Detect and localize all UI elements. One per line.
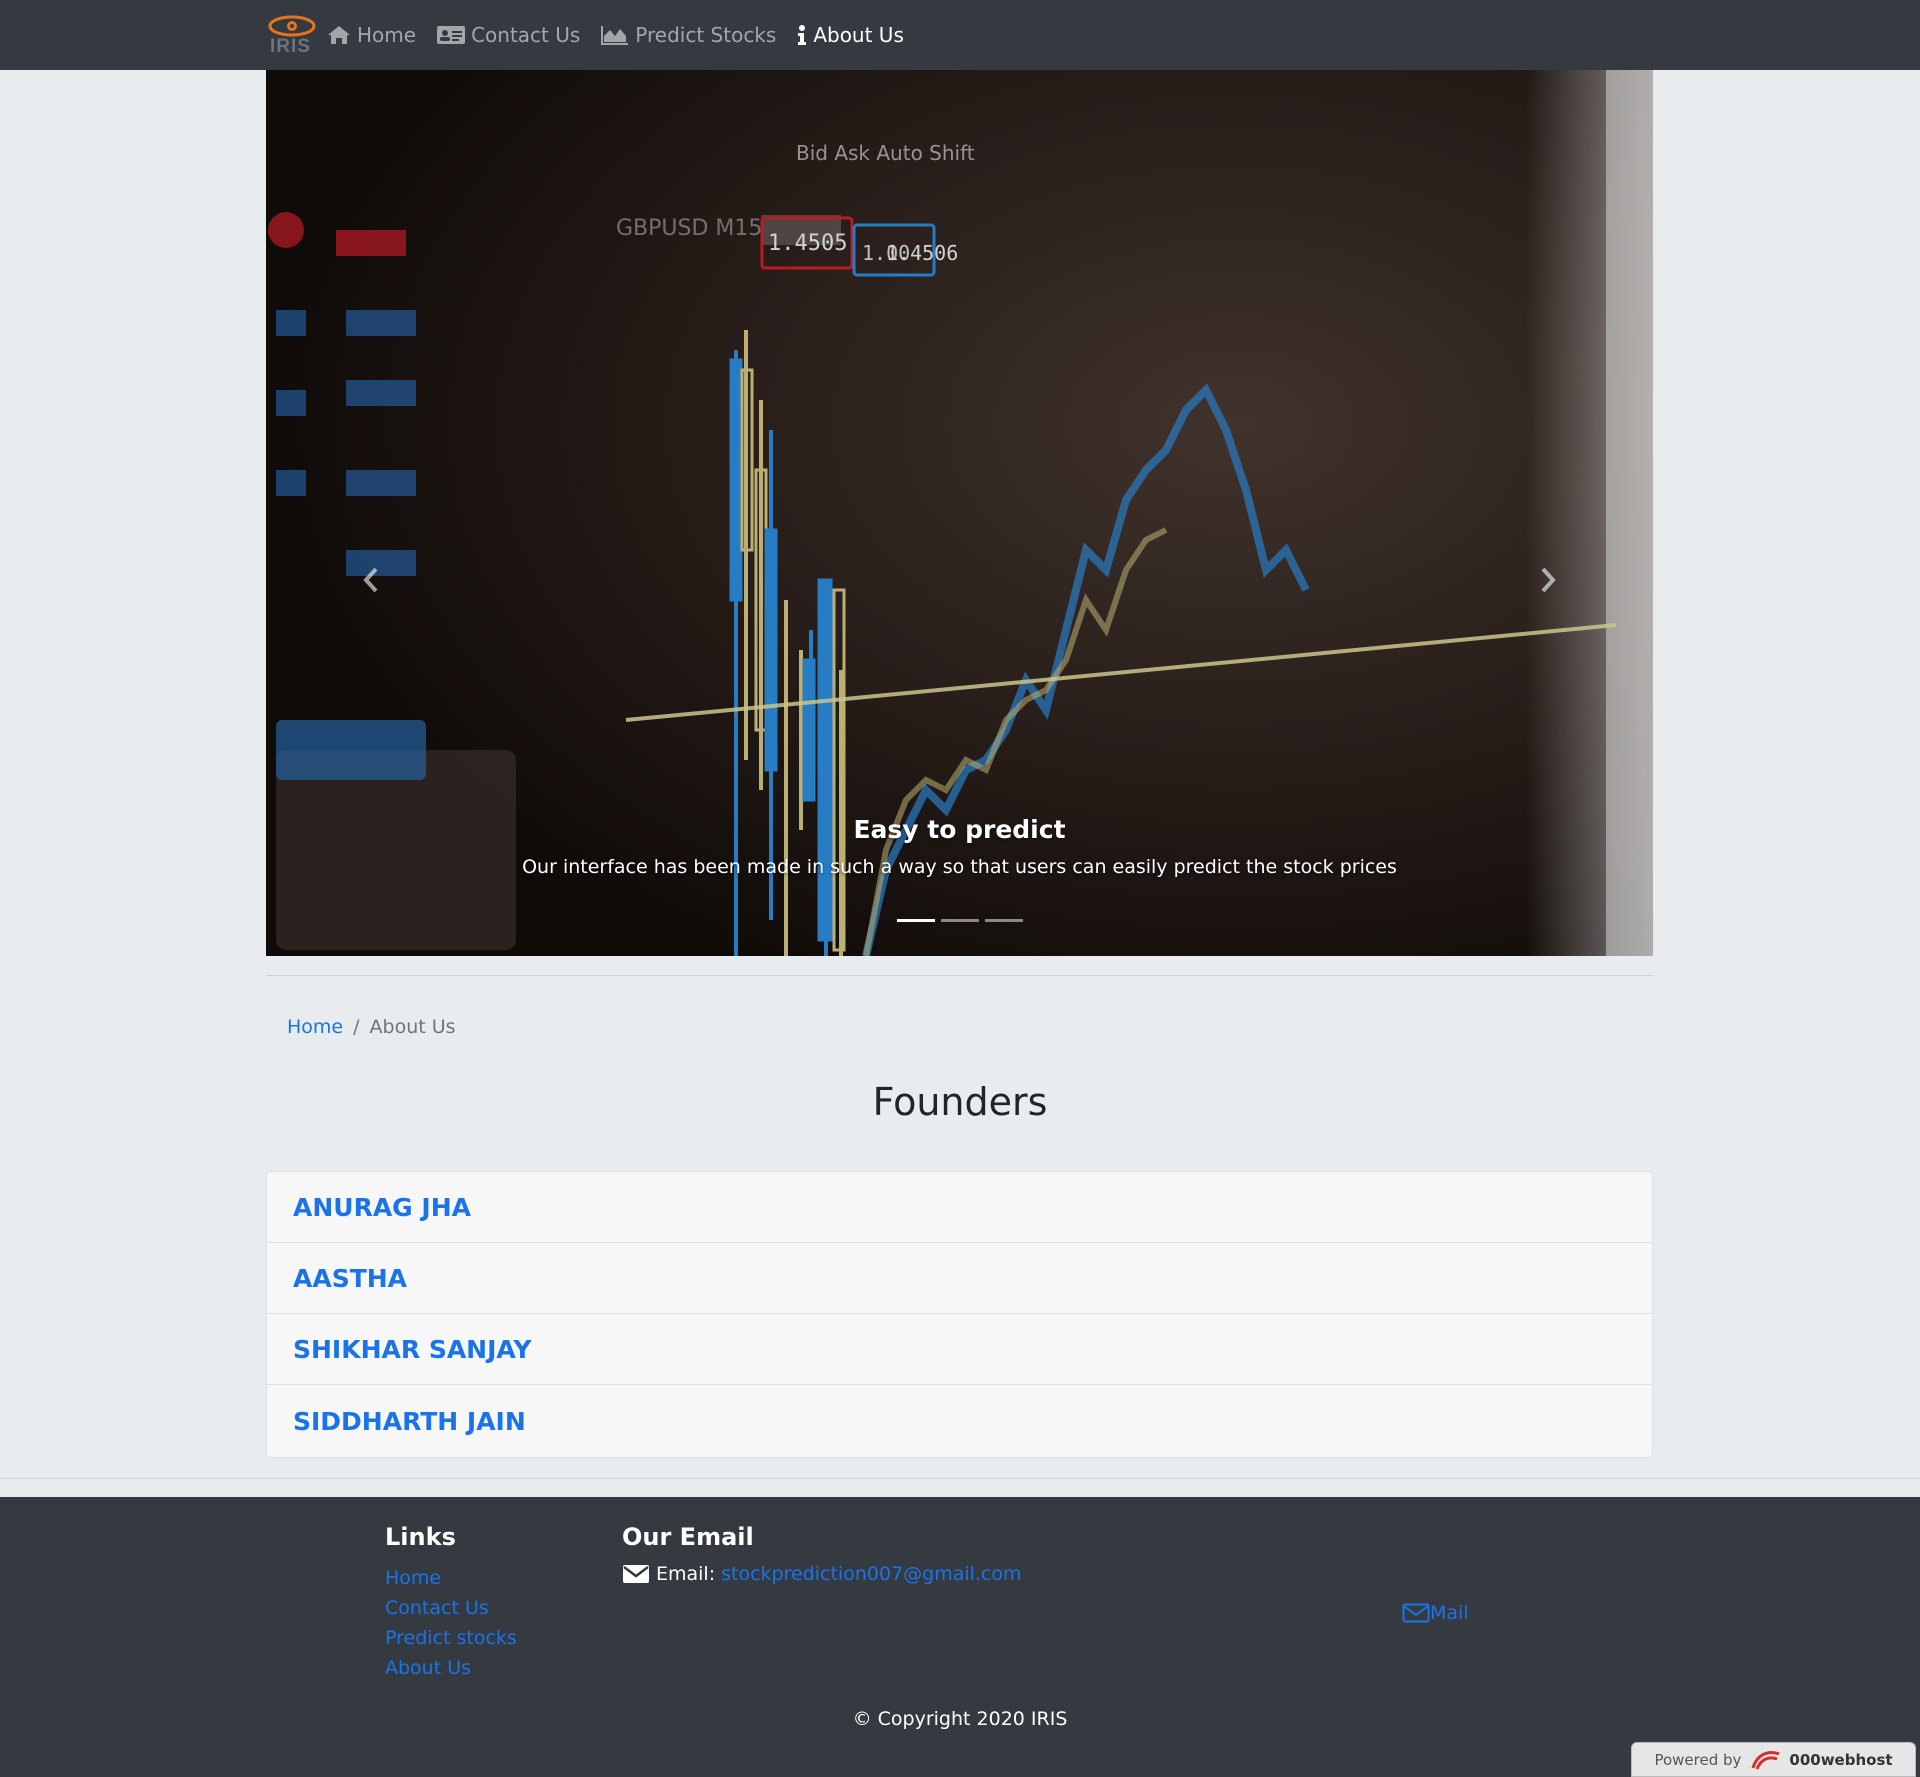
- powered-brand: 000webhost: [1789, 1750, 1893, 1769]
- divider: [266, 975, 1653, 976]
- nav-predict-stocks[interactable]: Predict Stocks: [600, 23, 776, 47]
- nav-home-label: Home: [357, 23, 417, 47]
- footer-email-heading: Our Email: [622, 1523, 754, 1551]
- nav-contact-label: Contact Us: [471, 23, 581, 47]
- footer-links-heading: Links: [385, 1523, 456, 1551]
- founder-item[interactable]: AASTHA: [267, 1243, 1652, 1314]
- founder-item[interactable]: SHIKHAR SANJAY: [267, 1314, 1652, 1385]
- footer: Links Home Contact Us Predict stocks Abo…: [0, 1497, 1920, 1777]
- footer-link-predict[interactable]: Predict stocks: [385, 1623, 517, 1653]
- carousel-next-button[interactable]: [1533, 560, 1563, 600]
- email-label: Email:: [656, 1563, 716, 1585]
- chevron-right-icon: [1541, 567, 1556, 593]
- mail-link-label: Mail: [1430, 1602, 1469, 1624]
- carousel-indicators: [266, 919, 1653, 922]
- nav-contact-us[interactable]: Contact Us: [436, 23, 580, 47]
- carousel-indicator-2[interactable]: [940, 919, 979, 922]
- footer-link-home[interactable]: Home: [385, 1563, 517, 1593]
- breadcrumb-divider: /: [353, 1016, 360, 1038]
- brand-text: IRIS: [270, 36, 311, 57]
- breadcrumb-current: About Us: [369, 1016, 456, 1038]
- caption-text: Our interface has been made in such a wa…: [522, 856, 1397, 878]
- powered-prefix: Powered by: [1654, 1750, 1742, 1769]
- caption-title: Easy to predict: [853, 815, 1066, 844]
- footer-link-about[interactable]: About Us: [385, 1653, 517, 1683]
- founder-item[interactable]: SIDDHARTH JAIN: [267, 1385, 1652, 1457]
- carousel-indicator-1[interactable]: [896, 919, 935, 922]
- copyright: © Copyright 2020 IRIS: [852, 1708, 1068, 1730]
- founders-accordion: ANURAG JHA AASTHA SHIKHAR SANJAY SIDDHAR…: [266, 1171, 1653, 1458]
- powered-by-badge[interactable]: Powered by 000webhost: [1631, 1742, 1916, 1777]
- mail-link[interactable]: Mail: [1402, 1602, 1469, 1624]
- nav-home[interactable]: Home: [326, 23, 416, 47]
- nav-predict-label: Predict Stocks: [635, 23, 777, 47]
- breadcrumb-home[interactable]: Home: [287, 1016, 343, 1038]
- email-address-link[interactable]: stockprediction007@gmail.com: [721, 1563, 1021, 1585]
- iris-logo[interactable]: IRIS: [266, 14, 318, 57]
- carousel-indicator-3[interactable]: [984, 919, 1023, 922]
- carousel-prev-button[interactable]: [356, 560, 386, 600]
- nav-about-label: About Us: [813, 23, 904, 47]
- home-icon: [328, 26, 350, 44]
- footer-email-column: Our Email Email: stockprediction007@gmai…: [622, 1523, 1022, 1585]
- email-line: Email: stockprediction007@gmail.com: [622, 1563, 1022, 1585]
- area-chart-icon: [601, 26, 629, 45]
- footer-link-contact[interactable]: Contact Us: [385, 1593, 517, 1623]
- nav-about-us[interactable]: About Us: [796, 23, 904, 47]
- footer-divider: [0, 1478, 1920, 1479]
- nav-inner: IRIS Home Contact Us Predict Stocks Abou…: [266, 0, 924, 70]
- envelope-icon: [623, 1565, 649, 1583]
- navbar: IRIS Home Contact Us Predict Stocks Abou…: [0, 0, 1920, 70]
- chevron-left-icon: [363, 567, 378, 593]
- founder-item[interactable]: ANURAG JHA: [267, 1172, 1652, 1243]
- envelope-outline-icon: [1402, 1603, 1430, 1623]
- footer-links-column: Links Home Contact Us Predict stocks Abo…: [385, 1523, 517, 1683]
- page-title: Founders: [872, 1080, 1048, 1124]
- contact-card-icon: [437, 26, 466, 44]
- hero-carousel: 1.4505 1.00 1.4506 GBPUSD M15 Bid Ask Au…: [266, 70, 1653, 956]
- carousel-caption: Easy to predict Our interface has been m…: [266, 815, 1653, 878]
- breadcrumb: Home / About Us: [287, 1016, 456, 1038]
- info-icon: [798, 25, 807, 45]
- 000webhost-logo-icon: [1751, 1750, 1780, 1770]
